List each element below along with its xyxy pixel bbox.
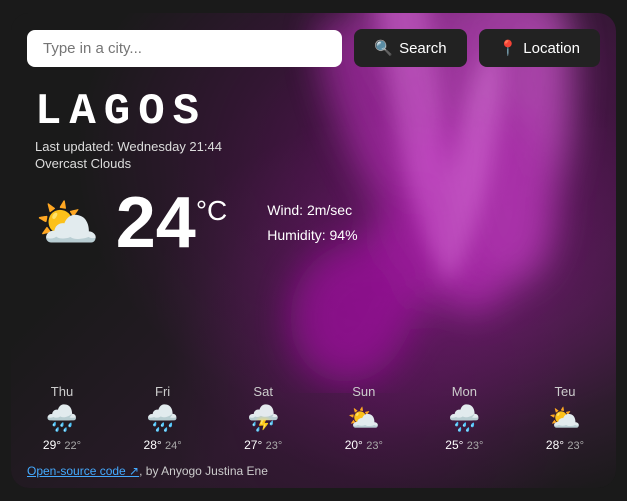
- search-icon: 🔍: [374, 39, 393, 57]
- weather-description: Overcast Clouds: [35, 156, 592, 171]
- day-label: Mon: [452, 384, 477, 399]
- forecast-icon: 🌧️: [46, 403, 78, 434]
- day-label: Teu: [554, 384, 575, 399]
- top-bar: 🔍 Search 📍 Location: [11, 13, 616, 77]
- forecast-lo: 23°: [567, 440, 584, 452]
- forecast-temps: 27° 23°: [244, 438, 282, 452]
- footer: Open-source code ↗, by Anyogo Justina En…: [11, 460, 616, 488]
- day-label: Thu: [51, 384, 73, 399]
- forecast-temps: 25° 23°: [445, 438, 483, 452]
- app-container: 🔍 Search 📍 Location LAGOS Last updated: …: [11, 13, 616, 488]
- forecast-day: Sat ⛈️ 27° 23°: [228, 384, 298, 452]
- forecast-icon: ⛅: [348, 403, 380, 434]
- forecast-lo: 23°: [366, 440, 383, 452]
- day-label: Fri: [155, 384, 170, 399]
- forecast-day: Sun ⛅ 20° 23°: [329, 384, 399, 452]
- location-button[interactable]: 📍 Location: [479, 29, 600, 67]
- forecast-hi: 20°: [345, 438, 363, 452]
- humidity-info: Humidity: 94%: [267, 223, 357, 248]
- location-button-label: Location: [523, 40, 580, 57]
- location-icon: 📍: [499, 39, 518, 57]
- wind-humidity-info: Wind: 2m/sec Humidity: 94%: [267, 198, 357, 248]
- search-button-label: Search: [399, 40, 447, 57]
- forecast-day: Teu ⛅ 28° 23°: [530, 384, 600, 452]
- forecast-icon: 🌧️: [448, 403, 480, 434]
- current-weather-icon: ⛅: [35, 193, 100, 254]
- temperature-row: ⛅ 24 °C Wind: 2m/sec Humidity: 94%: [35, 187, 592, 259]
- forecast-icon: ⛈️: [247, 403, 279, 434]
- forecast-hi: 29°: [43, 438, 61, 452]
- open-source-link[interactable]: Open-source code ↗: [27, 464, 139, 478]
- day-label: Sun: [352, 384, 375, 399]
- forecast-temps: 28° 24°: [144, 438, 182, 452]
- forecast-lo: 23°: [266, 440, 283, 452]
- forecast-day: Thu 🌧️ 29° 22°: [27, 384, 97, 452]
- forecast-icon: 🌧️: [146, 403, 178, 434]
- forecast-lo: 22°: [64, 440, 81, 452]
- forecast-temps: 20° 23°: [345, 438, 383, 452]
- day-label: Sat: [253, 384, 273, 399]
- city-search-input[interactable]: [27, 30, 342, 67]
- forecast-day: Fri 🌧️ 28° 24°: [128, 384, 198, 452]
- wind-info: Wind: 2m/sec: [267, 198, 357, 223]
- weather-main: LAGOS Last updated: Wednesday 21:44 Over…: [11, 77, 616, 366]
- forecast-hi: 25°: [445, 438, 463, 452]
- forecast-lo: 24°: [165, 440, 182, 452]
- forecast-hi: 28°: [144, 438, 162, 452]
- forecast-row: Thu 🌧️ 29° 22° Fri 🌧️ 28° 24° Sat ⛈️ 27°…: [11, 374, 616, 460]
- forecast-day: Mon 🌧️ 25° 23°: [429, 384, 499, 452]
- forecast-lo: 23°: [467, 440, 484, 452]
- forecast-temps: 29° 22°: [43, 438, 81, 452]
- temperature-unit: °C: [196, 195, 227, 227]
- forecast-hi: 28°: [546, 438, 564, 452]
- temperature-value: 24: [116, 187, 196, 259]
- forecast-hi: 27°: [244, 438, 262, 452]
- forecast-temps: 28° 23°: [546, 438, 584, 452]
- city-name: LAGOS: [35, 87, 592, 137]
- attribution-text: , by Anyogo Justina Ene: [139, 464, 268, 478]
- last-updated: Last updated: Wednesday 21:44: [35, 139, 592, 154]
- forecast-icon: ⛅: [549, 403, 581, 434]
- search-button[interactable]: 🔍 Search: [354, 29, 466, 67]
